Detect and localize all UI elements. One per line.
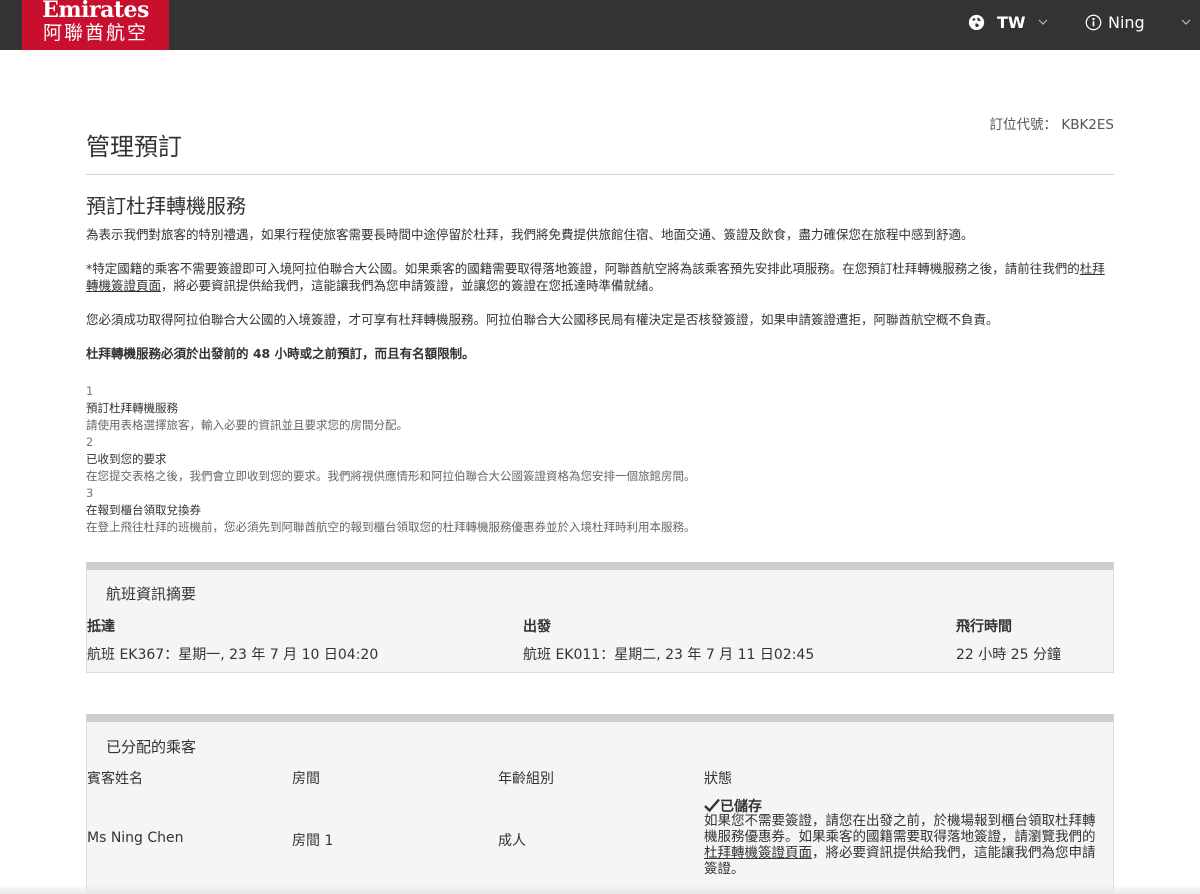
arrival-value: 航班 EK367：星期一, 23 年 7 月 10 日04:20 [87,647,379,663]
duration-value: 22 小時 25 分鐘 [956,647,1061,663]
departure-value: 航班 EK011：星期二, 23 年 7 月 11 日02:45 [523,647,815,663]
page-bottom-shadow [0,884,1200,894]
step-title: 在報到櫃台領取兌換券 [86,503,201,517]
column-header-room: 房間 [292,771,320,787]
top-navigation-bar: Emirates 阿聯酋航空 TW Ning [0,0,1200,50]
page-title: 管理預訂 [86,133,182,161]
guest-name: Ms Ning Chen [87,830,184,846]
booking-reference-value: KBK2ES [1061,117,1114,133]
room-number: 房間 1 [292,833,334,849]
visa-text-before: *特定國籍的乘客不需要簽證即可入境阿拉伯聯合大公國。如果乘客的國籍需要取得落地簽… [86,261,1080,276]
booking-reference-label: 訂位代號： [989,117,1058,133]
step-description: 在您提交表格之後，我們會立即收到您的要求。我們將視供應情形和阿拉伯聯合大公國簽證… [86,469,696,483]
status-note: 如果您不需要簽證，請您在出發之前，於機場報到櫃台領取杜拜轉機服務優惠券。如果乘客… [704,813,1104,877]
language-code: TW [997,12,1026,32]
step-description: 請使用表格選擇旅客，輸入必要的資訊並且要求您的房間分配。 [86,418,408,432]
flight-summary-card: 航班資訊摘要 抵達 航班 EK367：星期一, 23 年 7 月 10 日04:… [86,562,1114,673]
chevron-down-icon [1038,19,1047,25]
step-title: 預訂杜拜轉機服務 [86,401,178,415]
globe-icon [968,14,985,30]
departure-label: 出發 [523,619,551,635]
chevron-down-icon [1181,19,1191,25]
step-item: 3 在報到櫃台領取兌換券 在登上飛往杜拜的班機前，您必須先到阿聯酋航空的報到櫃台… [86,485,1116,536]
step-title: 已收到您的要求 [86,452,167,466]
booking-deadline-notice: 杜拜轉機服務必須於出發前的 48 小時或之前預訂，而且有名額限制。 [86,346,475,361]
process-steps: 1 預訂杜拜轉機服務 請使用表格選擇旅客，輸入必要的資訊並且要求您的房間分配。 … [86,383,1116,536]
step-number: 2 [86,435,94,449]
user-menu[interactable]: Ning [1085,10,1191,34]
user-name: Ning [1108,12,1145,32]
assigned-passengers-card: 已分配的乘客 賓客姓名 房間 年齡組別 狀態 Ms Ning Chen 房間 1… [86,714,1114,892]
column-header-age-group: 年齡組別 [498,771,554,787]
duration-label: 飛行時間 [956,619,1012,635]
step-number: 1 [86,384,94,398]
arrival-label: 抵達 [87,619,115,635]
visa-text-after: ，將必要資訊提供給我們，這能讓我們為您申請簽證，並讓您的簽證在您抵達時準備就緒。 [161,278,662,293]
status-note-before: 如果您不需要簽證，請您在出發之前，於機場報到櫃台領取杜拜轉機服務優惠券。如果乘客… [704,813,1096,845]
step-description: 在登上飛往杜拜的班機前，您必須先到阿聯酋航空的報到櫃台領取您的杜拜轉機服務優惠券… [86,520,696,534]
emirates-logo[interactable]: Emirates 阿聯酋航空 [22,0,169,50]
flight-summary-title: 航班資訊摘要 [106,585,197,603]
user-info-icon [1085,14,1102,30]
divider [86,174,1114,175]
language-selector[interactable]: TW [968,10,1048,34]
checkmark-icon [704,798,720,813]
step-item: 1 預訂杜拜轉機服務 請使用表格選擇旅客，輸入必要的資訊並且要求您的房間分配。 [86,383,1116,434]
visa-paragraph: *特定國籍的乘客不需要簽證即可入境阿拉伯聯合大公國。如果乘客的國籍需要取得落地簽… [86,260,1116,294]
logo-english: Emirates [42,0,149,23]
step-item: 2 已收到您的要求 在您提交表格之後，我們會立即收到您的要求。我們將視供應情形和… [86,434,1116,485]
booking-reference: 訂位代號： KBK2ES [990,113,1114,133]
intro-paragraph: 為表示我們對旅客的特別禮遇，如果行程使旅客需要長時間中途停留於杜拜，我們將免費提… [86,227,974,242]
section-title: 預訂杜拜轉機服務 [86,194,246,218]
column-header-status: 狀態 [704,771,732,787]
logo-chinese: 阿聯酋航空 [42,22,148,44]
column-header-guest-name: 賓客姓名 [87,771,143,787]
age-group: 成人 [498,833,526,849]
passengers-title: 已分配的乘客 [106,738,197,756]
visa-requirement-paragraph: 您必須成功取得阿拉伯聯合大公國的入境簽證，才可享有杜拜轉機服務。阿拉伯聯合大公國… [86,312,999,327]
visa-page-link[interactable]: 杜拜轉機簽證頁面 [704,845,812,861]
step-number: 3 [86,486,94,500]
